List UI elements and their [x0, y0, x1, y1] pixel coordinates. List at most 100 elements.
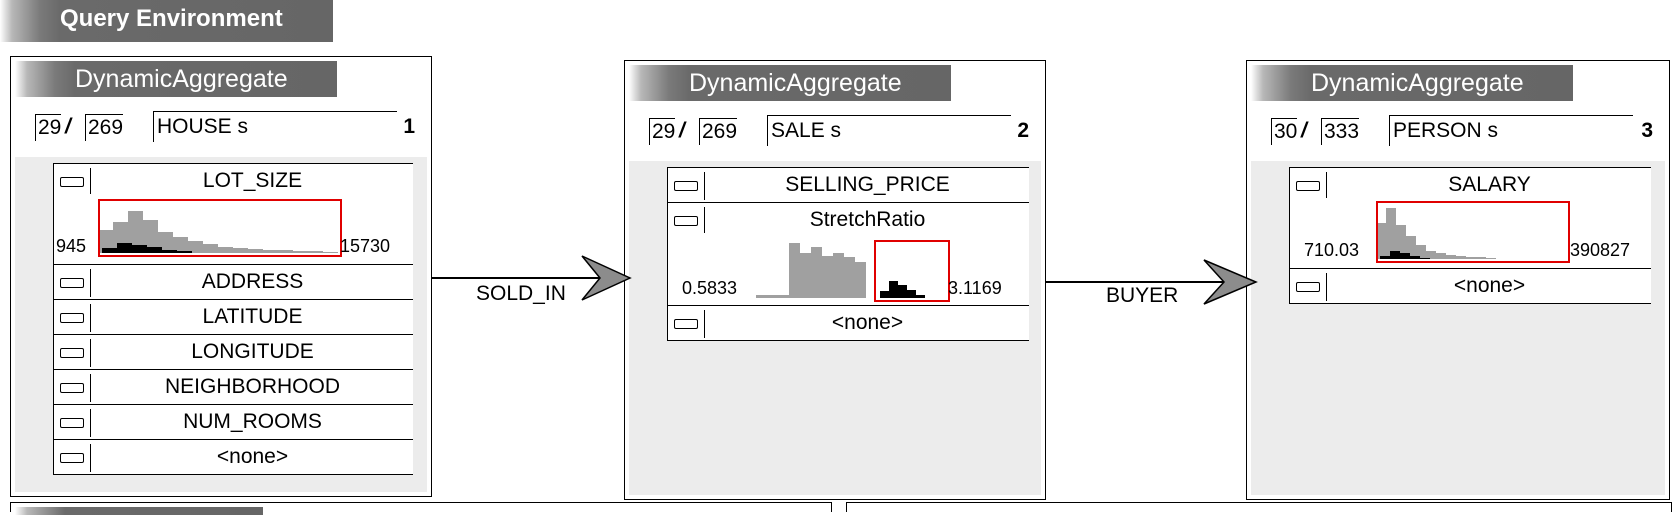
separator — [90, 304, 91, 332]
histogram-max: 390827 — [1570, 240, 1631, 260]
attribute-row-none[interactable]: <none> — [667, 305, 1029, 340]
histogram[interactable] — [98, 199, 342, 257]
histogram-min: 945 — [56, 236, 87, 256]
attribute-row-salary[interactable]: SALARY 710.03 390827 — [1289, 167, 1651, 268]
panel-title[interactable]: DynamicAggregate — [15, 61, 337, 97]
histogram[interactable] — [756, 240, 950, 302]
attribute-area: SALARY 710.03 390827 <none> — [1251, 161, 1665, 495]
attribute-row-stretch-ratio[interactable]: StretchRatio 0.5833 3.1169 — [667, 202, 1029, 305]
histogram-bar — [789, 242, 800, 298]
collapse-button[interactable] — [60, 348, 84, 358]
attribute-list: LOT_SIZE 945 15730 ADDRESS LATITUDE LONG… — [53, 163, 413, 475]
table-name[interactable]: PERSON s — [1389, 115, 1633, 146]
selection-range-box[interactable] — [1376, 201, 1570, 263]
collapse-button[interactable] — [60, 418, 84, 428]
panel-index: 2 — [1017, 119, 1029, 142]
histogram-bar — [844, 257, 855, 298]
attribute-row-num-rooms[interactable]: NUM_ROOMS — [53, 404, 413, 439]
attribute-area: SELLING_PRICE StretchRatio 0.5833 3.1169… — [629, 161, 1041, 495]
aggregate-panel-house[interactable]: DynamicAggregate 29 / 269 HOUSE s 1 LOT_… — [10, 56, 432, 497]
attribute-list: SALARY 710.03 390827 <none> — [1289, 167, 1651, 304]
attribute-row-none[interactable]: <none> — [53, 439, 413, 474]
collapse-button[interactable] — [60, 278, 84, 288]
collapse-button[interactable] — [674, 181, 698, 191]
attribute-label: <none> — [216, 445, 289, 468]
attribute-label: <none> — [1453, 274, 1526, 297]
collapse-button[interactable] — [1296, 181, 1320, 191]
histogram[interactable] — [1376, 201, 1570, 263]
table-name[interactable]: SALE s — [767, 115, 1011, 146]
attribute-row-address[interactable]: ADDRESS — [53, 264, 413, 299]
separator — [1326, 273, 1327, 301]
aggregate-panel-sale[interactable]: DynamicAggregate 29 / 269 SALE s 2 SELLI… — [624, 60, 1046, 500]
separator — [704, 172, 705, 200]
collapse-button[interactable] — [60, 177, 84, 187]
query-environment-title: Query Environment — [0, 0, 333, 42]
histogram-bar — [767, 295, 778, 298]
total-count[interactable]: 333 — [1321, 118, 1360, 145]
table-name[interactable]: HOUSE s — [153, 111, 397, 142]
attribute-row-lot-size[interactable]: LOT_SIZE 945 15730 — [53, 163, 413, 264]
total-count[interactable]: 269 — [699, 118, 738, 145]
histogram-min: 0.5833 — [682, 278, 738, 298]
histogram-bar — [855, 262, 866, 298]
collapse-button[interactable] — [60, 313, 84, 323]
attribute-row-selling-price[interactable]: SELLING_PRICE — [667, 167, 1029, 202]
selection-range-box[interactable] — [98, 199, 342, 257]
histogram-min: 710.03 — [1304, 240, 1360, 260]
separator — [704, 310, 705, 338]
separator — [704, 207, 705, 233]
separator — [90, 374, 91, 402]
attribute-row-none[interactable]: <none> — [1289, 268, 1651, 303]
histogram-bar — [778, 295, 789, 298]
collapse-button[interactable] — [674, 216, 698, 226]
attribute-label: SALARY — [1448, 173, 1531, 196]
attribute-label: LATITUDE — [202, 305, 303, 328]
histogram-bar — [833, 252, 844, 298]
attribute-list: SELLING_PRICE StretchRatio 0.5833 3.1169… — [667, 167, 1029, 341]
separator — [90, 269, 91, 297]
attribute-label: LONGITUDE — [191, 340, 314, 363]
attribute-label: StretchRatio — [809, 208, 926, 231]
separator — [90, 168, 91, 194]
panel-index: 3 — [1641, 119, 1653, 142]
collapse-button[interactable] — [674, 319, 698, 329]
total-count[interactable]: 269 — [85, 114, 124, 141]
lower-panel-left — [10, 502, 832, 515]
selected-count[interactable]: 30 — [1271, 118, 1298, 145]
selection-range-box[interactable] — [874, 240, 950, 302]
collapse-button[interactable] — [60, 453, 84, 463]
relation-label-sold-in: SOLD_IN — [476, 282, 566, 305]
lower-panel-right — [846, 502, 1672, 512]
attribute-row-latitude[interactable]: LATITUDE — [53, 299, 413, 334]
attribute-label: LOT_SIZE — [202, 169, 303, 192]
separator — [90, 444, 91, 472]
attribute-label: NUM_ROOMS — [183, 410, 322, 433]
separator — [1326, 172, 1327, 198]
panel-title[interactable]: DynamicAggregate — [1251, 65, 1573, 101]
selected-count[interactable]: 29 — [649, 118, 676, 145]
histogram-max: 15730 — [340, 236, 391, 256]
attribute-label: <none> — [831, 311, 904, 334]
relation-label-buyer: BUYER — [1106, 284, 1179, 307]
histogram-bar — [756, 295, 767, 298]
count-separator: / — [679, 119, 685, 142]
attribute-label: SELLING_PRICE — [785, 173, 950, 196]
separator — [90, 409, 91, 437]
collapse-button[interactable] — [60, 383, 84, 393]
count-separator: / — [65, 115, 71, 138]
attribute-area: LOT_SIZE 945 15730 ADDRESS LATITUDE LONG… — [15, 157, 427, 492]
panel-header: 29 / 269 SALE s 2 — [649, 111, 1033, 146]
collapse-button[interactable] — [1296, 282, 1320, 292]
histogram-bar — [811, 246, 822, 298]
panel-header: 30 / 333 PERSON s 3 — [1271, 111, 1657, 146]
panel-title[interactable]: DynamicAggregate — [629, 65, 951, 101]
attribute-row-neighborhood[interactable]: NEIGHBORHOOD — [53, 369, 413, 404]
histogram-bar — [800, 252, 811, 298]
attribute-label: ADDRESS — [201, 270, 304, 293]
attribute-row-longitude[interactable]: LONGITUDE — [53, 334, 413, 369]
aggregate-panel-person[interactable]: DynamicAggregate 30 / 333 PERSON s 3 SAL… — [1246, 60, 1670, 500]
histogram-bar — [822, 256, 833, 298]
lower-panel-left-title — [15, 507, 263, 515]
selected-count[interactable]: 29 — [35, 114, 62, 141]
